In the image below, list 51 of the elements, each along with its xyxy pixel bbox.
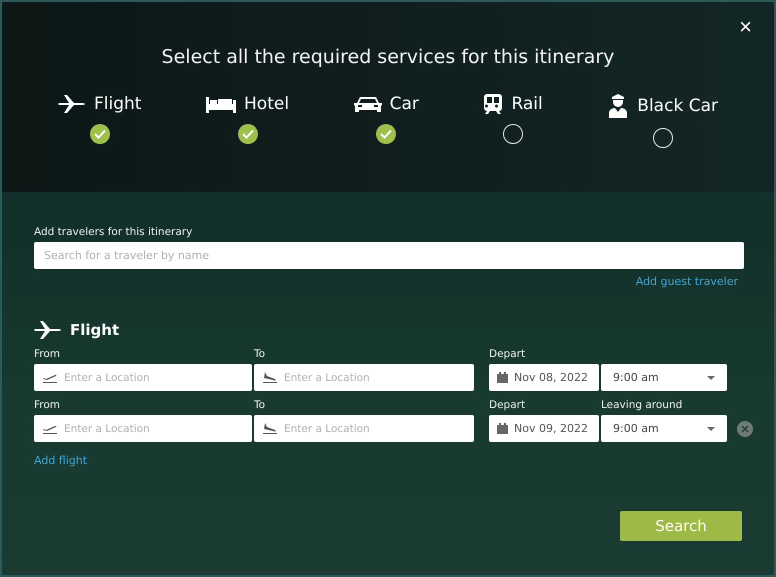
service-checkbox[interactable] [238,124,258,144]
landing-icon [263,372,277,383]
date-field[interactable]: Nov 09, 2022 [489,415,599,442]
airplane-icon [34,320,62,340]
field-label: Depart [489,348,526,362]
landing-icon [263,423,277,434]
time-dropdown[interactable]: 9:00 am [601,415,727,442]
service-checkbox[interactable] [90,124,110,144]
takeoff-icon [43,372,57,383]
driver-icon [607,94,630,118]
remove-button[interactable] [737,420,753,436]
calendar-icon [497,423,508,434]
caret-icon [707,426,715,430]
checkmark-icon [242,129,254,139]
origin-field[interactable]: Enter a Location [34,364,252,391]
dialog-title: Select all the required services for this itinerary [162,46,614,68]
service-checkbox[interactable] [376,124,396,144]
takeoff-icon [43,423,57,434]
airplane-icon [58,94,86,114]
service-label: Black Car [637,96,718,116]
service-label: Car [390,94,419,114]
caret-icon [707,376,715,380]
bed-icon [206,95,236,113]
field-label: Add travelers for this itinerary [34,226,194,238]
destination-field[interactable]: Enter a Location [254,415,474,442]
field-label: From [34,399,62,413]
service-label: Flight [94,94,142,114]
checkmark-icon [94,129,106,139]
field-label: To [254,348,266,362]
calendar-icon [497,372,508,383]
section-heading: Flight [70,321,120,339]
field-label: From [34,348,62,362]
field-label: Depart [489,399,526,413]
service-label: Hotel [244,94,290,114]
add-flight-link[interactable]: Add flight [34,454,88,467]
x-icon [741,424,749,432]
service-label: Rail [511,94,543,114]
service-checkbox[interactable] [652,128,673,148]
origin-field[interactable]: Enter a Location [34,415,252,442]
add-guest-link[interactable]: Add guest traveler [636,275,738,288]
checkmark-icon [380,129,392,139]
field-label: Leaving around [601,399,684,413]
car-icon [354,95,382,113]
train-icon [483,94,504,114]
close-button[interactable]: × [739,16,752,38]
field-label: To [254,399,266,413]
destination-field[interactable]: Enter a Location [254,364,474,391]
service-checkbox[interactable] [503,124,524,144]
traveler-search-field[interactable]: Search for a traveler by name [34,242,744,269]
date-field[interactable]: Nov 08, 2022 [489,364,599,391]
time-dropdown[interactable]: 9:00 am [601,364,727,391]
